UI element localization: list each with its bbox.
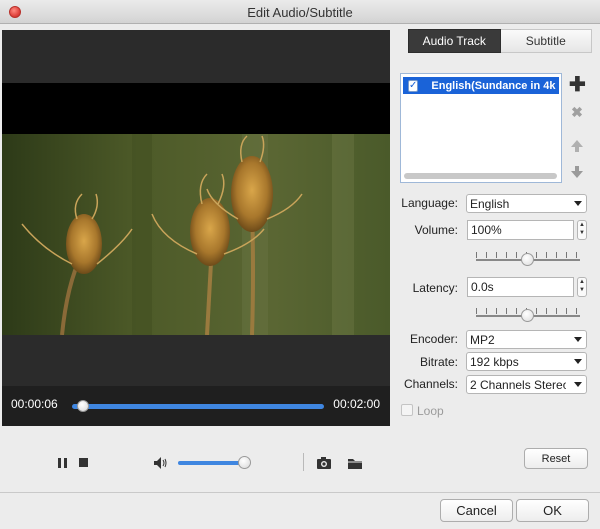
volume-track[interactable] [178,461,244,465]
controls-divider [303,453,304,471]
footer-divider [0,492,600,493]
tab-subtitle[interactable]: Subtitle [500,29,592,53]
window-title: Edit Audio/Subtitle [247,5,353,20]
preview-pane: 00:00:06 00:02:00 [2,30,390,485]
audio-track-list[interactable]: ✓ English(Sundance in 4k (U [400,73,562,183]
bitrate-label: Bitrate: [419,355,458,369]
video-bottom-area [2,335,390,386]
video-top-area [2,30,390,83]
list-item[interactable]: ✓ English(Sundance in 4k (U [403,77,559,94]
chevron-down-icon [574,382,582,387]
chevron-down-icon [574,359,582,364]
video-frame [2,134,390,335]
stop-icon[interactable] [78,457,90,469]
folder-icon[interactable] [347,456,363,470]
volume-stepper[interactable]: ▲ ▼ [577,220,587,240]
channels-value: 2 Channels Stereo [470,377,566,392]
channels-select[interactable]: 2 Channels Stereo [466,375,587,394]
chevron-down-icon [574,201,582,206]
track-label: English(Sundance in 4k (U [431,79,559,92]
volume-knob[interactable] [238,456,251,469]
latency-value: 0.0s [471,280,494,294]
playback-controls [2,426,390,485]
scrub-bar: 00:00:06 00:02:00 [2,386,390,426]
volume-label: Volume: [414,223,458,237]
encoder-select[interactable]: MP2 [466,330,587,349]
language-value: English [470,196,510,211]
remove-track-button[interactable]: ✖ [569,104,585,120]
move-up-icon[interactable] [569,138,585,154]
volume-input[interactable]: 100% [467,220,574,240]
add-track-button[interactable]: ✚ [569,75,586,95]
current-time: 00:00:06 [11,397,58,411]
tab-audio-track[interactable]: Audio Track [408,29,501,53]
title-bar: Edit Audio/Subtitle [0,0,600,24]
bitrate-value: 192 kbps [470,354,519,369]
total-time: 00:02:00 [333,397,380,411]
latency-label: Latency: [412,281,458,295]
latency-input[interactable]: 0.0s [467,277,574,297]
progress-knob[interactable] [77,400,89,412]
latency-stepper[interactable]: ▲ ▼ [577,277,587,297]
horizontal-scrollbar[interactable] [404,173,557,179]
loop-label: Loop [417,404,444,418]
bitrate-select[interactable]: 192 kbps [466,352,587,371]
reset-button[interactable]: Reset [524,448,588,469]
speaker-icon[interactable] [152,456,168,470]
cancel-button[interactable]: Cancel [440,499,513,522]
track-checkbox[interactable]: ✓ [408,79,419,92]
volume-value: 100% [471,223,502,237]
language-label: Language: [401,196,458,210]
camera-icon[interactable] [316,456,332,470]
channels-label: Channels: [403,377,458,391]
volume-slider-knob[interactable] [521,253,534,266]
chevron-down-icon [574,337,582,342]
pause-icon[interactable] [57,457,69,469]
progress-track[interactable] [72,404,324,409]
tab-bar: Audio Track Subtitle [408,29,592,53]
video-preview [2,30,390,386]
latency-slider-knob[interactable] [521,309,534,322]
move-down-icon[interactable] [569,164,585,180]
encoder-label: Encoder: [409,332,458,346]
language-select[interactable]: English [466,194,587,213]
encoder-value: MP2 [470,332,495,347]
ok-button[interactable]: OK [516,499,589,522]
loop-checkbox[interactable] [401,404,413,416]
